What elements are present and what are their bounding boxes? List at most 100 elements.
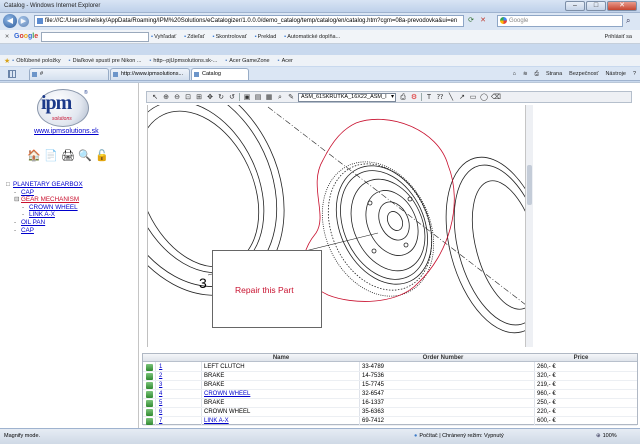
header-price[interactable]: Price <box>561 354 601 362</box>
add-to-cart-icon[interactable] <box>146 400 153 407</box>
favorite-item[interactable]: Acer <box>278 58 293 64</box>
part-position-link[interactable]: 1 <box>159 363 162 372</box>
arrow-tool-icon[interactable]: ↗ <box>458 93 466 102</box>
stop-icon[interactable]: ✕ <box>478 16 488 26</box>
layers-icon[interactable]: ▦ <box>265 93 273 102</box>
rotate-icon[interactable]: ↻ <box>217 93 225 102</box>
close-toolbar-icon[interactable]: ✕ <box>3 34 11 40</box>
header-order-number[interactable]: Order Number <box>403 354 483 362</box>
signin-link[interactable]: Prihlásiť sa <box>605 34 632 40</box>
tree-item-link[interactable]: LINK A-X <box>29 211 55 218</box>
add-to-cart-icon[interactable] <box>146 373 153 380</box>
zoom-out-icon[interactable]: ⊖ <box>173 93 181 102</box>
part-position-link[interactable]: 6 <box>159 408 162 417</box>
add-to-cart-icon[interactable] <box>146 418 153 425</box>
favorite-item[interactable]: http--pjUpmsolutions.sk-... <box>149 58 217 64</box>
close-button[interactable]: ✕ <box>607 1 637 11</box>
part-position-link[interactable]: 3 <box>159 381 162 390</box>
translate-button[interactable]: Preklad <box>255 34 277 40</box>
refresh-icon[interactable]: ⟳ <box>466 16 476 26</box>
tab-blank[interactable]: # <box>29 68 109 80</box>
ellipse-tool-icon[interactable]: ◯ <box>480 93 488 102</box>
table-row[interactable]: 6 CROWN WHEEL 35-6363 220,- € <box>143 408 637 417</box>
magnify-icon[interactable]: ⌕ <box>276 93 284 102</box>
select-arrow-icon[interactable]: ↖ <box>151 93 159 102</box>
printer-icon[interactable]: 🖨 <box>61 149 75 163</box>
part-select[interactable]: ASM_61SKRUTKA_16X22_ASM_I <box>298 92 396 102</box>
tree-item-link[interactable]: CAP <box>21 227 34 234</box>
fit-page-icon[interactable]: ▣ <box>243 93 251 102</box>
pan-icon[interactable]: ✥ <box>206 93 214 102</box>
feeds-icon[interactable]: ≋ <box>523 69 528 79</box>
part-position-link[interactable]: 4 <box>159 390 162 399</box>
tree-item-link[interactable]: PLANETARY GEARBOX <box>13 181 83 188</box>
favorites-label[interactable]: Obľúbené položky <box>12 58 60 64</box>
fit-width-icon[interactable]: ▤ <box>254 93 262 102</box>
add-to-cart-icon[interactable] <box>146 364 153 371</box>
home-icon[interactable]: ⌂ <box>513 69 516 79</box>
table-row[interactable]: 2 BRAKE 14-7536 320,- € <box>143 372 637 381</box>
favorite-item[interactable]: Diaľkové spustí pre Nikon ... <box>69 58 142 64</box>
tab-catalog[interactable]: Catalog <box>191 68 249 80</box>
line-tool-icon[interactable]: ╲ <box>447 93 455 102</box>
annotation-box[interactable]: Repair this Part <box>212 250 322 328</box>
page-menu[interactable]: Strana <box>546 69 562 79</box>
part-position-link[interactable]: 2 <box>159 372 162 381</box>
favorite-item[interactable]: Acer GameZone <box>225 58 269 64</box>
tree-toggle-icon[interactable]: ⊟ <box>14 196 21 204</box>
highlight-icon[interactable]: ✎ <box>287 93 295 102</box>
tree-item-link[interactable]: GEAR MECHANISM <box>21 196 79 203</box>
tree-toggle-icon[interactable]: - <box>14 219 21 227</box>
table-row[interactable]: 5 BRAKE 16-1337 250,- € <box>143 399 637 408</box>
magnifier-icon[interactable]: 🔍 <box>78 149 92 163</box>
table-row[interactable]: 1 LEFT CLUTCH 33-4789 260,- € <box>143 363 637 372</box>
help-icon[interactable]: ? <box>633 69 636 79</box>
tree-toggle-icon[interactable]: □ <box>6 181 13 189</box>
zoom-window-icon[interactable]: ⊡ <box>184 93 192 102</box>
drawing-scrollbar[interactable] <box>525 105 533 347</box>
search-input[interactable]: Google <box>497 15 623 27</box>
tree-toggle-icon[interactable]: - <box>14 227 21 235</box>
text-tool-icon[interactable]: T <box>425 93 433 102</box>
print-icon[interactable]: ⎙ <box>535 69 539 79</box>
home-icon[interactable]: 🏠 <box>27 149 41 163</box>
url-field[interactable]: file:///C:/Users/sihelsky/AppData/Roamin… <box>34 15 464 27</box>
table-row[interactable]: 4 CROWN WHEEL 32-6547 960,- € <box>143 390 637 399</box>
table-row[interactable]: 7 LINK A-X 69-7412 600,- € <box>143 417 637 426</box>
print-drawing-icon[interactable]: ⎙ <box>399 93 407 102</box>
delete-annotation-icon[interactable]: ⌫ <box>491 93 501 102</box>
zoom-fit-icon[interactable]: ⊞ <box>195 93 203 102</box>
part-name[interactable]: LINK A-X <box>204 417 229 426</box>
tree-toggle-icon[interactable]: - <box>22 204 29 212</box>
quick-tabs-icon[interactable] <box>8 70 16 78</box>
annotate-icon[interactable]: ⁇ <box>436 93 444 102</box>
unlock-icon[interactable]: 🔓 <box>95 149 109 163</box>
check-button[interactable]: Skontrolovať <box>213 34 247 40</box>
forward-button[interactable]: ▶ <box>18 16 29 27</box>
tab-ipmsolutions[interactable]: http://www.ipmsolutions... <box>110 68 190 80</box>
table-row[interactable]: 3 BRAKE 15-7745 219,- € <box>143 381 637 390</box>
google-search-button[interactable]: Vyhľadať <box>151 34 176 40</box>
zoom-level[interactable]: 100% <box>596 429 617 443</box>
tree-toggle-icon[interactable]: - <box>14 189 21 197</box>
tree-item-link[interactable]: CROWN WHEEL <box>29 204 78 211</box>
share-button[interactable]: Zdieľať <box>184 34 204 40</box>
back-button[interactable]: ◀ <box>3 14 17 28</box>
part-position-link[interactable]: 7 <box>159 417 162 426</box>
minimize-button[interactable]: – <box>565 1 585 11</box>
zoom-in-icon[interactable]: ⊕ <box>162 93 170 102</box>
tree-item-link[interactable]: OIL PAN <box>21 219 45 226</box>
tree-toggle-icon[interactable]: - <box>22 211 29 219</box>
tools-menu[interactable]: Nástroje <box>605 69 625 79</box>
google-toolbar-search[interactable] <box>41 31 150 42</box>
tree-item-link[interactable]: CAP <box>21 189 34 196</box>
site-link[interactable]: www.ipmsolutions.sk <box>34 128 99 135</box>
autofill-button[interactable]: Automatické doplňa... <box>284 34 340 40</box>
header-name[interactable]: Name <box>261 354 301 362</box>
rectangle-tool-icon[interactable]: ▭ <box>469 93 477 102</box>
add-to-cart-icon[interactable] <box>146 382 153 389</box>
part-position-link[interactable]: 5 <box>159 399 162 408</box>
maximize-button[interactable]: □ <box>586 1 606 11</box>
drawing-canvas[interactable]: Repair this Part 3 <box>147 105 525 347</box>
rotate-left-icon[interactable]: ↺ <box>228 93 236 102</box>
